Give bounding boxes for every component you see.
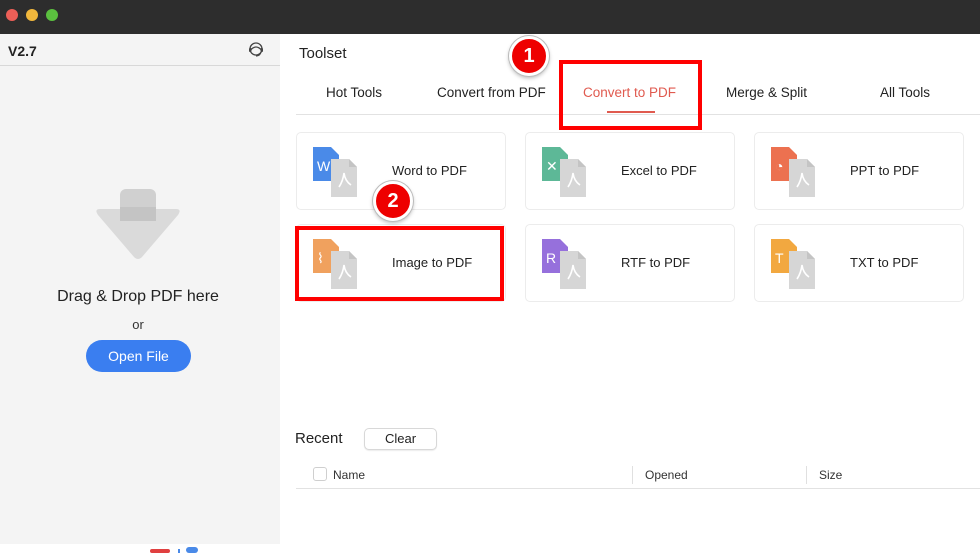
tool-card-excel-to-pdf[interactable]: ✕ Excel to PDF [525, 132, 735, 210]
txt-to-pdf-icon: T [769, 239, 817, 289]
column-divider[interactable] [632, 466, 633, 484]
close-window-button[interactable] [6, 9, 18, 21]
tab-merge-split[interactable]: Merge & Split [726, 85, 807, 100]
tool-card-label: RTF to PDF [621, 255, 691, 270]
ppt-to-pdf-icon: ◔ [769, 147, 817, 197]
sidebar-header: V2.7 [0, 34, 280, 66]
active-tab-indicator [607, 111, 655, 113]
svg-text:✕: ✕ [546, 158, 558, 174]
recent-table-header: Name Opened Size [296, 462, 980, 489]
headset-icon[interactable] [247, 41, 265, 59]
column-name[interactable]: Name [333, 468, 365, 482]
maximize-window-button[interactable] [46, 9, 58, 21]
svg-text:R: R [546, 250, 556, 266]
svg-text:◔: ◔ [775, 158, 783, 174]
open-file-button[interactable]: Open File [86, 340, 191, 372]
svg-text:W: W [317, 158, 331, 174]
clear-recent-button[interactable]: Clear [364, 428, 437, 450]
column-opened[interactable]: Opened [645, 468, 688, 482]
step-badge-2: 2 [373, 181, 413, 221]
recent-title: Recent [295, 430, 343, 447]
tool-card-label: Image to PDF [392, 255, 473, 270]
svg-text:T: T [775, 250, 784, 266]
main-panel: Toolset Hot Tools Convert from PDF Conve… [280, 34, 980, 544]
tool-card-label: PPT to PDF [850, 163, 920, 178]
tab-convert-from-pdf[interactable]: Convert from PDF [437, 85, 546, 100]
tool-card-label: Excel to PDF [621, 163, 697, 178]
excel-to-pdf-icon: ✕ [540, 147, 588, 197]
word-to-pdf-icon: W [311, 147, 359, 197]
tab-hot-tools[interactable]: Hot Tools [326, 85, 382, 100]
tab-all-tools[interactable]: All Tools [880, 85, 930, 100]
column-size[interactable]: Size [819, 468, 842, 482]
page-title: Toolset [299, 45, 347, 62]
sidebar: V2.7 Drag & Drop PDF here or Open File [0, 34, 280, 553]
tool-card-label: TXT to PDF [850, 255, 919, 270]
step-badge-1: 1 [509, 36, 549, 76]
tab-bar: Hot Tools Convert from PDF Convert to PD… [296, 80, 980, 115]
tool-card-txt-to-pdf[interactable]: T TXT to PDF [754, 224, 964, 302]
tool-card-ppt-to-pdf[interactable]: ◔ PPT to PDF [754, 132, 964, 210]
download-arrow-icon [94, 189, 182, 269]
tool-card-label: Word to PDF [392, 163, 467, 178]
tab-convert-to-pdf[interactable]: Convert to PDF [583, 85, 676, 100]
rtf-to-pdf-icon: R [540, 239, 588, 289]
svg-text:⌇: ⌇ [317, 250, 324, 266]
column-divider[interactable] [806, 466, 807, 484]
image-to-pdf-icon: ⌇ [311, 239, 359, 289]
drop-zone-text: Drag & Drop PDF here [57, 288, 219, 305]
minimize-window-button[interactable] [26, 9, 38, 21]
version-label: V2.7 [8, 43, 37, 59]
tool-card-image-to-pdf[interactable]: ⌇ Image to PDF [296, 224, 506, 302]
or-text: or [132, 317, 144, 332]
window-titlebar [0, 0, 980, 34]
select-all-checkbox[interactable] [313, 467, 327, 481]
tool-card-rtf-to-pdf[interactable]: R RTF to PDF [525, 224, 735, 302]
bottom-partial-icons [150, 540, 210, 553]
